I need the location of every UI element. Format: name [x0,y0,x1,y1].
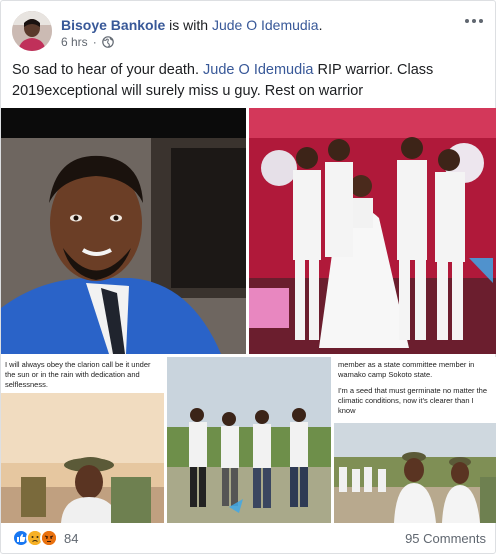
globe-icon[interactable] [101,36,114,48]
author-name[interactable]: Bisoye Bankole [61,17,165,33]
photo5-caption: member as a state committee member in wa… [338,360,493,416]
wedding-image [249,108,496,354]
reactions-summary[interactable]: 84 [12,529,78,547]
photo3-caption: I will always obey the clarion call be i… [5,360,151,389]
avatar-image [12,11,52,51]
nysc-image-2 [167,357,331,523]
post-footer: 84 95 Comments [12,529,486,549]
post-body-mention[interactable]: Jude O Idemudia [203,62,313,78]
post-meta: 6 hrs · [61,35,114,49]
photo-nysc-quote-2[interactable]: member as a state committee member in wa… [334,357,496,523]
with-text: is with [169,17,209,33]
post-time[interactable]: 6 hrs [61,35,88,49]
angry-icon [40,529,58,547]
post-body: So sad to hear of your death. Jude O Ide… [12,60,482,102]
comments-count-link[interactable]: 95 Comments [405,531,486,546]
more-dot [472,19,476,23]
photo-portrait[interactable] [1,108,246,354]
photo-nysc-group[interactable] [167,357,331,523]
meta-separator: · [92,35,97,49]
reaction-count: 84 [64,530,79,546]
tagged-friend[interactable]: Jude O Idemudia [212,17,319,33]
photo5-caption-line2: I'm a seed that must germinate no matter… [338,386,488,415]
author-avatar[interactable] [12,11,52,51]
photo-nysc-quote-1[interactable]: I will always obey the clarion call be i… [1,357,164,523]
more-options-icon[interactable] [462,13,486,29]
post-card: Bisoye Bankole is with Jude O Idemudia. … [0,0,496,554]
photo5-caption-line1: member as a state committee member in wa… [338,360,475,379]
author-line: Bisoye Bankole is with Jude O Idemudia. [61,16,322,34]
photo-wedding-group[interactable] [249,108,496,354]
post-body-part1: So sad to hear of your death. [12,62,200,78]
photo-grid: I will always obey the clarion call be i… [1,108,496,523]
post-header: Bisoye Bankole is with Jude O Idemudia. … [12,11,486,55]
period: . [318,17,323,33]
more-dot [465,19,469,23]
more-dot [479,19,483,23]
portrait-image [1,108,246,354]
